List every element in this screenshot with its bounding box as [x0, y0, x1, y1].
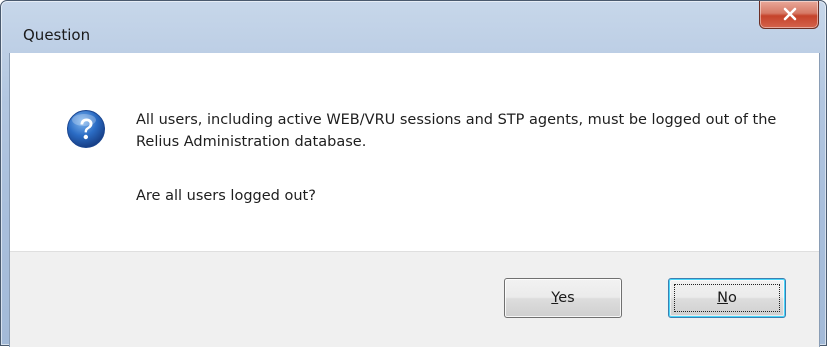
- dialog-question: Are all users logged out?: [136, 188, 316, 204]
- button-bar: Yes No: [10, 251, 819, 347]
- close-button[interactable]: [759, 1, 819, 29]
- window-title: Question: [23, 26, 91, 44]
- message-area: All users, including active WEB/VRU sess…: [10, 53, 819, 251]
- title-bar[interactable]: Question: [1, 1, 827, 45]
- dialog-client-area: All users, including active WEB/VRU sess…: [9, 53, 820, 347]
- no-button[interactable]: No: [668, 278, 786, 318]
- dialog-message: All users, including active WEB/VRU sess…: [136, 112, 777, 150]
- question-icon: [66, 109, 106, 149]
- yes-button[interactable]: Yes: [504, 278, 622, 318]
- dialog-window: Question All users, including active WEB…: [0, 0, 827, 347]
- no-button-label: No: [717, 290, 737, 306]
- close-icon: [783, 7, 797, 21]
- yes-button-label: Yes: [551, 290, 575, 306]
